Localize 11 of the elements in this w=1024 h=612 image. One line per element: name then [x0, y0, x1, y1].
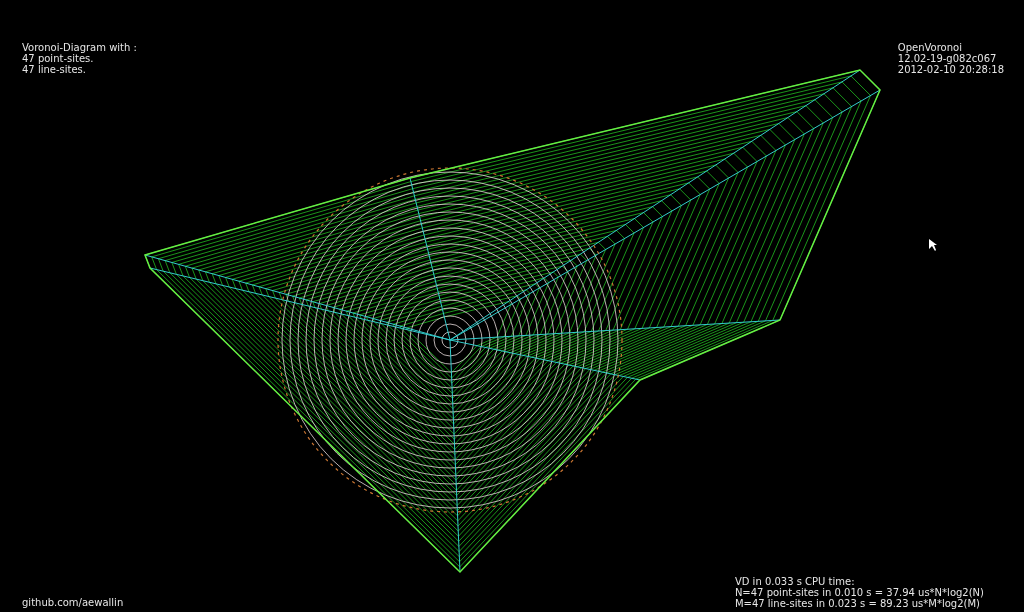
version-info-text: 12.02-19-g082c067: [897, 53, 997, 64]
version-info-text: OpenVoronoi: [897, 42, 963, 53]
site-count-text: 47 point-sites.: [22, 53, 94, 64]
timing-stats-text: M=47 line-sites in 0.023 s = 89.23 us*M*log2(M): [734, 598, 980, 609]
github-link[interactable]: github.com/aewallin: [22, 597, 124, 608]
version-info-text: 2012-02-10 20:28:18: [897, 64, 1004, 75]
site-count-text: 47 line-sites.: [22, 64, 86, 75]
timing-stats-text: N=47 point-sites in 0.010 s = 37.94 us*N*log2(N): [734, 587, 984, 598]
diagram-title: Voronoi-Diagram with :: [22, 42, 137, 53]
timing-stats-text: VD in 0.033 s CPU time:: [734, 576, 856, 587]
mouse-pointer-icon: [929, 239, 937, 251]
